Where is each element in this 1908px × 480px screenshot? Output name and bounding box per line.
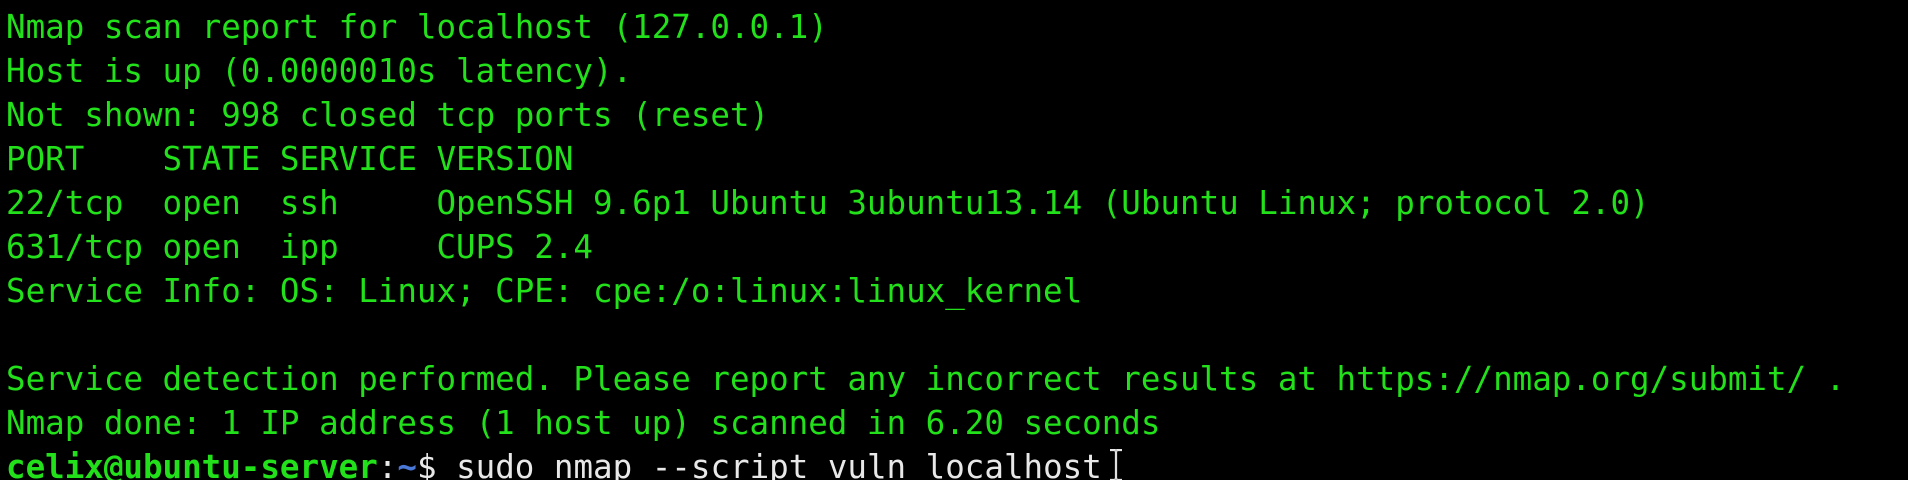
prompt-user-host: celix@ubuntu-server [6,448,378,480]
prompt-separator: : [377,448,398,480]
output-line-detection-performed: Service detection performed. Please repo… [6,360,1846,398]
terminal-output: Nmap scan report for localhost (127.0.0.… [6,5,1908,480]
text-cursor-ibeam-icon [1108,445,1124,480]
output-line-nmap-done: Nmap done: 1 IP address (1 host up) scan… [6,404,1161,442]
output-line-port-631: 631/tcp open ipp CUPS 2.4 [6,228,593,266]
command-input[interactable]: sudo nmap --script vuln localhost [456,448,1102,480]
terminal-window[interactable]: Nmap scan report for localhost (127.0.0.… [0,0,1908,480]
output-line-table-header: PORT STATE SERVICE VERSION [6,140,574,178]
output-line-host-up: Host is up (0.0000010s latency). [6,52,633,90]
prompt-line[interactable]: celix@ubuntu-server:~$ sudo nmap --scrip… [6,445,1908,480]
output-line-service-info: Service Info: OS: Linux; CPE: cpe:/o:lin… [6,272,1083,310]
prompt-symbol: $ [416,448,457,480]
output-line-not-shown: Not shown: 998 closed tcp ports (reset) [6,96,770,134]
output-line-port-22: 22/tcp open ssh OpenSSH 9.6p1 Ubuntu 3ub… [6,184,1650,222]
prompt-path: ~ [397,448,417,480]
output-line-scan-report: Nmap scan report for localhost (127.0.0.… [6,8,828,46]
output-line-blank [6,313,1908,357]
